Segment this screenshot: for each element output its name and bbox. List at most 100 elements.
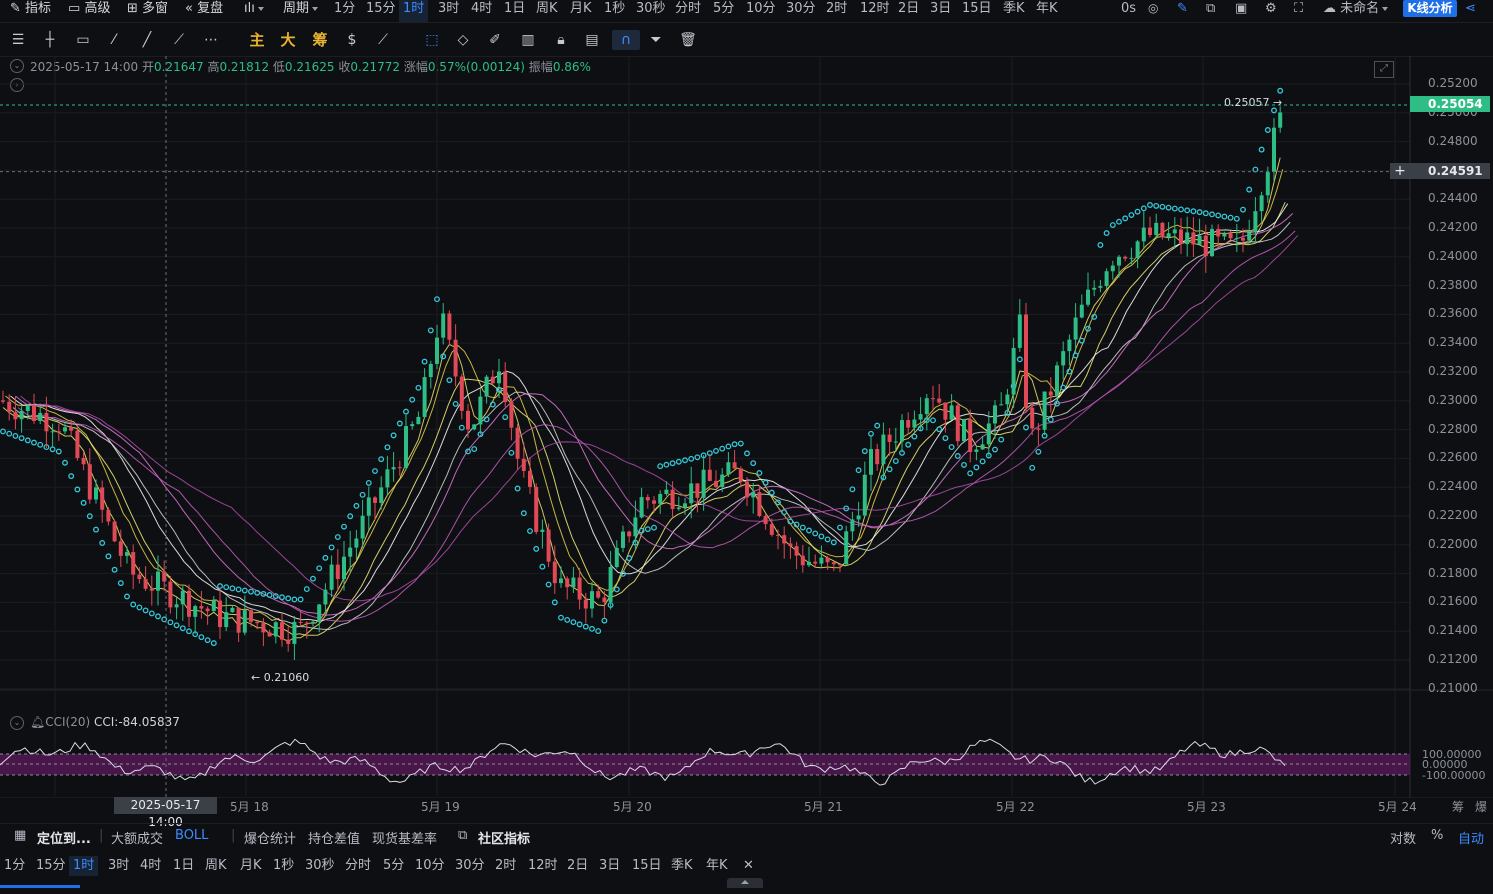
trendline-icon[interactable]: ╱: [137, 30, 157, 50]
copy-icon[interactable]: ⧉: [1206, 0, 1215, 22]
interval-18[interactable]: 15日: [962, 0, 992, 22]
interval-0[interactable]: 1分: [334, 0, 355, 22]
scrollbar[interactable]: [0, 885, 80, 888]
bottom-interval-11[interactable]: 5分: [383, 856, 404, 876]
chip-corner-button[interactable]: 筹: [1452, 798, 1464, 815]
lock-icon[interactable]: 🔒︎: [551, 30, 571, 50]
liquidation-button[interactable]: 爆仓统计: [244, 828, 296, 847]
note-icon[interactable]: ▤: [582, 30, 602, 50]
interval-11[interactable]: 5分: [713, 0, 734, 22]
main-chart-toggle[interactable]: 主: [247, 30, 267, 50]
pencil-icon[interactable]: ✎: [1177, 0, 1188, 22]
liq-corner-button[interactable]: 爆: [1475, 798, 1487, 815]
bottom-interval-6[interactable]: 周K: [205, 856, 227, 876]
dollar-icon[interactable]: $: [342, 30, 362, 50]
bottom-interval-13[interactable]: 30分: [455, 856, 485, 876]
brush-icon[interactable]: ⁄: [104, 30, 124, 50]
ray-icon[interactable]: ⟋: [169, 30, 189, 50]
interval-5[interactable]: 1日: [504, 0, 525, 22]
multiwindow-menu[interactable]: ⊞ 多窗: [127, 0, 168, 22]
bottom-interval-19[interactable]: 季K: [671, 856, 693, 876]
interval-20[interactable]: 年K: [1036, 0, 1058, 22]
advanced-menu[interactable]: ▭ 高级: [68, 0, 110, 22]
eraser-icon[interactable]: ◇: [453, 30, 473, 50]
community-indicator-button[interactable]: 社区指标: [478, 828, 530, 847]
bottom-interval-0[interactable]: 1分: [4, 856, 25, 876]
log-scale-button[interactable]: 对数: [1390, 828, 1416, 847]
oi-diff-button[interactable]: 持仓差值: [308, 828, 360, 847]
interval-9[interactable]: 30秒: [636, 0, 666, 22]
measure-icon[interactable]: ⟋: [373, 30, 393, 50]
interval-12[interactable]: 10分: [746, 0, 776, 22]
bottom-interval-7[interactable]: 月K: [240, 856, 262, 876]
panel-pull-tab[interactable]: [727, 878, 763, 888]
price-chart[interactable]: [0, 56, 1493, 798]
chart-type-menu[interactable]: ılı: [244, 0, 264, 22]
more-tools-icon[interactable]: ⋯: [201, 30, 221, 50]
interval-15[interactable]: 12时: [860, 0, 890, 22]
interval-13[interactable]: 30分: [786, 0, 816, 22]
candle-tool-icon[interactable]: ▥: [518, 30, 538, 50]
bottom-interval-17[interactable]: 3日: [599, 856, 620, 876]
bottom-interval-4[interactable]: 4时: [140, 856, 161, 876]
big-order-toggle[interactable]: 大: [278, 30, 298, 50]
interval-6[interactable]: 周K: [536, 0, 558, 22]
interval-19[interactable]: 季K: [1003, 0, 1025, 22]
share-icon[interactable]: ⋖: [1465, 0, 1476, 22]
magnet-icon[interactable]: ∩: [612, 30, 640, 50]
close-icon[interactable]: ✕: [743, 856, 754, 876]
fullscreen-icon[interactable]: ⛶: [1294, 0, 1303, 22]
select-icon[interactable]: ⬚: [422, 30, 442, 50]
replay-menu[interactable]: « 复盘: [185, 0, 223, 22]
chip-toggle[interactable]: 筹: [310, 30, 330, 50]
bottom-interval-18[interactable]: 15日: [632, 856, 662, 876]
add-alert-icon[interactable]: +: [1390, 163, 1410, 179]
filter-icon[interactable]: ⏷: [646, 30, 666, 50]
interval-14[interactable]: 2时: [826, 0, 847, 22]
interval-7[interactable]: 月K: [570, 0, 592, 22]
bottom-interval-15[interactable]: 12时: [528, 856, 558, 876]
indicator-menu[interactable]: ✎ 指标: [10, 0, 51, 22]
candle-body: [1259, 195, 1264, 212]
save-icon[interactable]: ▣: [1235, 0, 1247, 22]
bottom-interval-12[interactable]: 10分: [415, 856, 445, 876]
bottom-interval-2[interactable]: 1时: [69, 856, 99, 876]
interval-4[interactable]: 4时: [471, 0, 492, 22]
locate-button[interactable]: 定位到...: [37, 828, 91, 847]
kline-analysis-button[interactable]: K线分析: [1403, 0, 1457, 17]
interval-2[interactable]: 1时: [399, 0, 429, 22]
bottom-interval-1[interactable]: 15分: [36, 856, 66, 876]
interval-16[interactable]: 2日: [898, 0, 919, 22]
interval-3[interactable]: 3时: [438, 0, 459, 22]
percent-scale-button[interactable]: %: [1431, 828, 1443, 843]
rectangle-icon[interactable]: ▭: [73, 30, 93, 50]
bottom-interval-9[interactable]: 30秒: [305, 856, 335, 876]
interval-8[interactable]: 1秒: [604, 0, 625, 22]
calendar-icon[interactable]: ▦: [14, 828, 26, 843]
bottom-interval-8[interactable]: 1秒: [273, 856, 294, 876]
interval-1[interactable]: 15分: [366, 0, 396, 22]
basis-button[interactable]: 现货基差率: [372, 828, 437, 847]
bottom-interval-20[interactable]: 年K: [706, 856, 728, 876]
period-menu[interactable]: 周期: [283, 0, 319, 22]
bottom-interval-10[interactable]: 分时: [345, 856, 371, 876]
bottom-interval-16[interactable]: 2日: [567, 856, 588, 876]
bottom-interval-3[interactable]: 3时: [108, 856, 129, 876]
gear-icon[interactable]: ⚙: [1265, 0, 1277, 22]
menu-icon[interactable]: ☰: [8, 30, 28, 50]
camera-icon[interactable]: ◎: [1148, 0, 1158, 22]
community-icon[interactable]: ⧉: [458, 828, 467, 843]
interval-17[interactable]: 3日: [930, 0, 951, 22]
horizontal-line-icon[interactable]: ┼: [40, 30, 60, 50]
interval-10[interactable]: 分时: [675, 0, 701, 22]
boll-button[interactable]: BOLL: [175, 828, 208, 843]
bottom-interval-5[interactable]: 1日: [173, 856, 194, 876]
auto-scale-button[interactable]: 自动: [1458, 828, 1484, 847]
layout-name-menu[interactable]: ☁ 未命名: [1323, 0, 1389, 22]
bottom-interval-14[interactable]: 2时: [495, 856, 516, 876]
cci-collapse-icon[interactable]: ⌄: [10, 716, 24, 730]
edit-tool-icon[interactable]: ✐: [485, 30, 505, 50]
bell-icon[interactable]: 🔔︎: [30, 715, 45, 729]
trash-icon[interactable]: 🗑︎: [678, 30, 698, 50]
big-trade-button[interactable]: 大额成交: [111, 828, 163, 847]
